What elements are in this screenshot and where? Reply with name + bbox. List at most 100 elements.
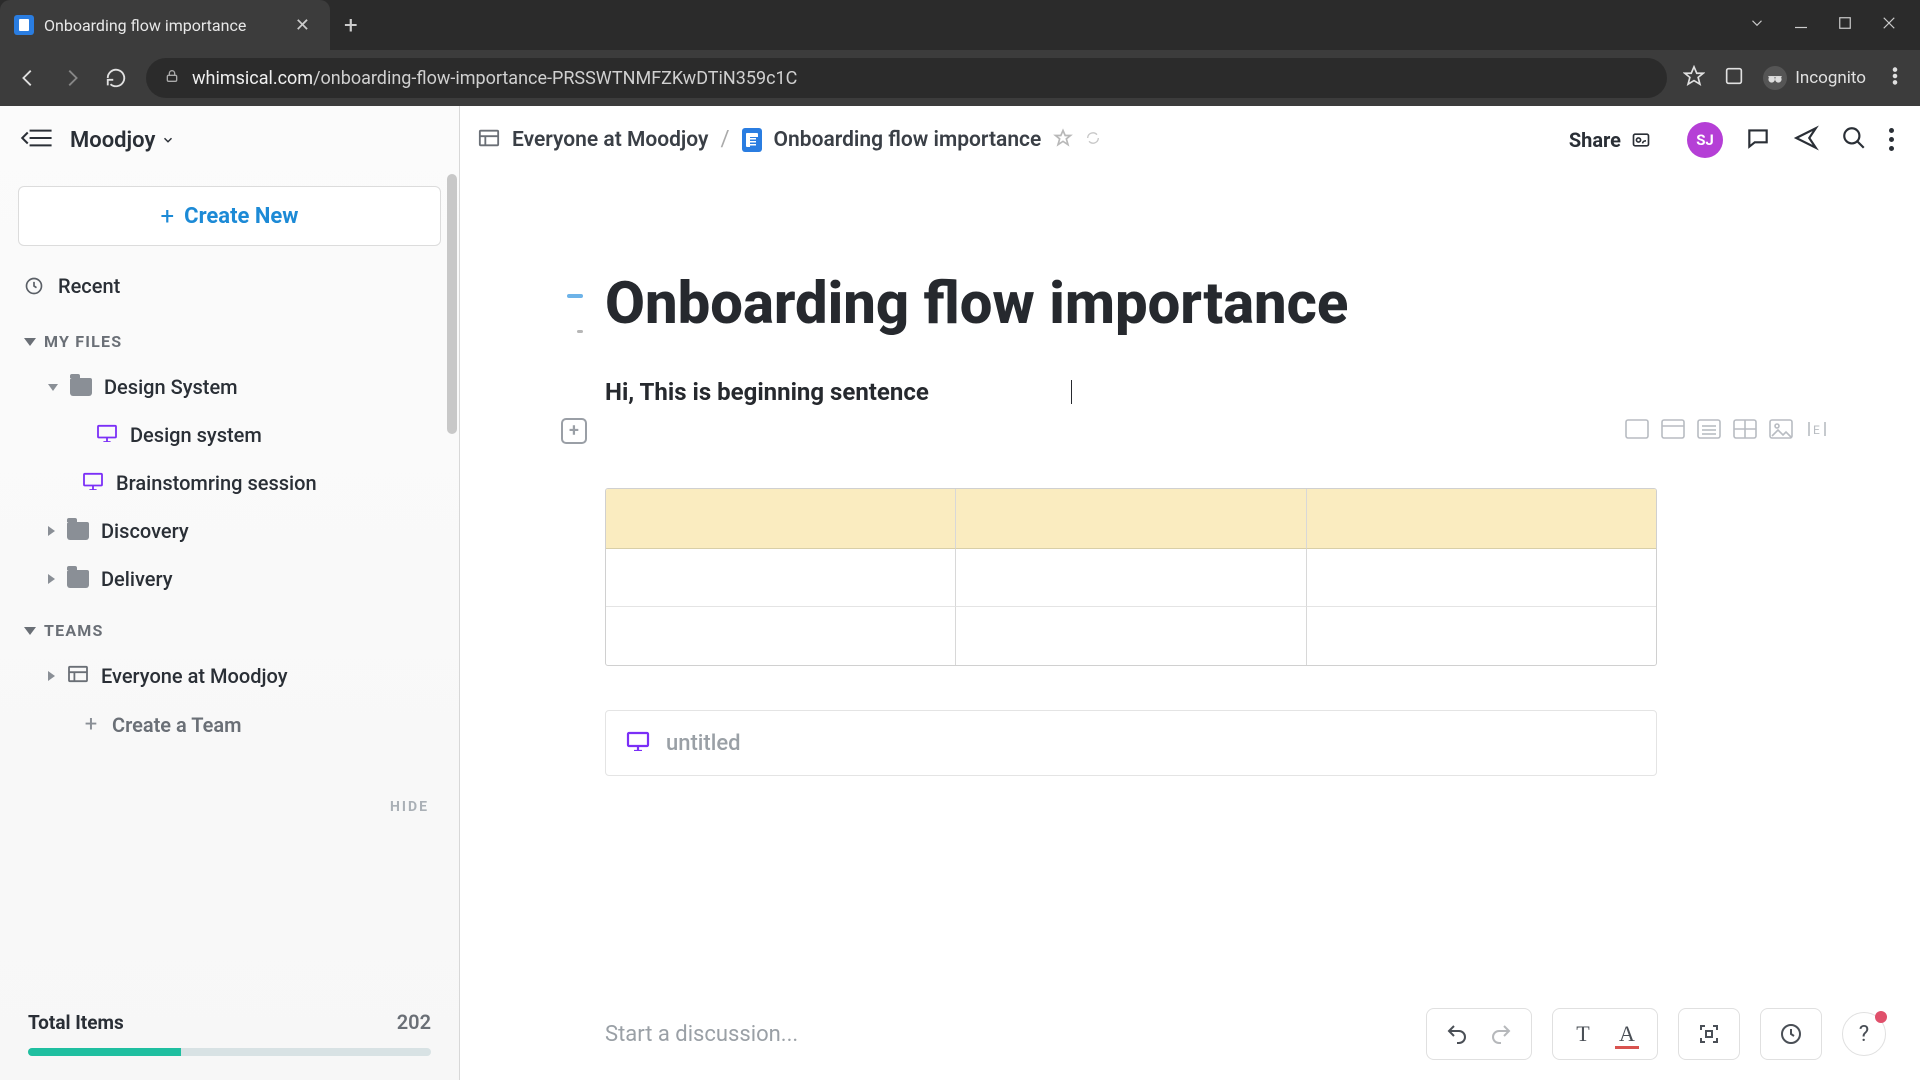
sidebar-collapse-button[interactable] (20, 127, 52, 153)
presentation-icon (82, 472, 104, 494)
caret-right-icon (48, 526, 55, 536)
insert-embed-icon[interactable]: E (1804, 418, 1830, 444)
tab-close-icon[interactable]: ✕ (291, 13, 314, 38)
table-cell[interactable] (606, 607, 956, 665)
user-avatar[interactable]: SJ (1687, 122, 1723, 158)
scrollbar-thumb[interactable] (447, 174, 457, 434)
send-icon[interactable] (1793, 125, 1819, 155)
text-color-tool[interactable]: A (1607, 1014, 1647, 1054)
sidebar-item-discovery[interactable]: Discovery (0, 507, 459, 555)
tabs-dropdown-icon[interactable] (1748, 14, 1766, 36)
sidebar: Moodjoy + Create New Recent MY FILES Des… (0, 106, 460, 1080)
outline-mark[interactable] (567, 294, 583, 298)
document-scroll: Onboarding flow importance Hi, This is b… (460, 174, 1920, 1080)
table-cell[interactable] (1307, 489, 1656, 549)
focus-mode-button[interactable] (1689, 1014, 1729, 1054)
bookmark-star-icon[interactable] (1683, 65, 1705, 91)
create-team-button[interactable]: + Create a Team (0, 700, 459, 749)
address-bar[interactable]: whimsical.com/onboarding-flow-importance… (146, 58, 1667, 98)
window-maximize-icon[interactable] (1836, 14, 1854, 36)
progress-fill (28, 1048, 181, 1056)
total-items-row: Total Items 202 (28, 1010, 431, 1034)
incognito-badge[interactable]: Incognito (1763, 66, 1866, 90)
document-table[interactable] (605, 488, 1657, 666)
table-cell[interactable] (606, 489, 956, 549)
browser-back-button[interactable] (14, 64, 42, 92)
table-cell[interactable] (1307, 549, 1656, 607)
toolbar-right: Incognito (1683, 65, 1906, 91)
insert-grid-icon[interactable] (1732, 418, 1758, 444)
recent-button[interactable]: Recent (0, 264, 459, 314)
add-block-button[interactable]: + (561, 418, 587, 444)
header-actions: Share SJ (1555, 120, 1894, 160)
incognito-icon (1763, 66, 1787, 90)
browser-menu-icon[interactable] (1884, 65, 1906, 91)
workspace-selector[interactable]: Moodjoy (70, 128, 175, 153)
tree-label: Everyone at Moodjoy (101, 664, 288, 688)
table-header-row[interactable] (606, 489, 1656, 549)
embed-untitled-block[interactable]: untitled (605, 710, 1657, 776)
section-teams[interactable]: TEAMS (0, 603, 459, 652)
insert-list-icon[interactable] (1696, 418, 1722, 444)
section-my-files[interactable]: MY FILES (0, 314, 459, 363)
comments-icon[interactable] (1745, 125, 1771, 155)
embed-label: untitled (666, 731, 741, 756)
create-new-button[interactable]: + Create New (18, 186, 441, 246)
undo-button[interactable] (1437, 1014, 1477, 1054)
help-button[interactable]: ? (1842, 1012, 1886, 1056)
sidebar-item-design-system-file[interactable]: Design system (0, 411, 459, 459)
window-controls (1726, 0, 1920, 50)
doc-title[interactable]: Onboarding flow importance (605, 270, 1840, 338)
table-cell[interactable] (606, 549, 956, 607)
table-cell[interactable] (956, 549, 1306, 607)
browser-forward-button[interactable] (58, 64, 86, 92)
section-title: TEAMS (44, 621, 104, 640)
create-new-label: Create New (184, 204, 298, 229)
table-cell[interactable] (956, 607, 1306, 665)
new-tab-button[interactable]: + (330, 0, 372, 50)
discussion-input[interactable]: Start a discussion... (605, 1022, 1406, 1047)
section-title: MY FILES (44, 332, 122, 351)
more-menu-icon[interactable] (1889, 128, 1894, 151)
table-row[interactable] (606, 549, 1656, 607)
insert-block-row: + E (605, 418, 1840, 444)
breadcrumb-team[interactable]: Everyone at Moodjoy (512, 128, 708, 152)
sidebar-item-everyone-team[interactable]: Everyone at Moodjoy (0, 652, 459, 700)
document-content[interactable]: Onboarding flow importance Hi, This is b… (605, 174, 1920, 1080)
breadcrumb-doc[interactable]: Onboarding flow importance (774, 128, 1042, 152)
browser-reload-button[interactable] (102, 64, 130, 92)
table-cell[interactable] (956, 489, 1306, 549)
search-icon[interactable] (1841, 125, 1867, 155)
sidebar-item-brainstorming[interactable]: Brainstomring session (0, 459, 459, 507)
favorite-star-icon[interactable] (1053, 128, 1073, 152)
history-group (1760, 1008, 1822, 1060)
insert-board-icon[interactable] (1624, 418, 1650, 444)
browser-tab-active[interactable]: Onboarding flow importance ✕ (0, 0, 330, 50)
outline-mark[interactable] (577, 330, 583, 333)
extensions-icon[interactable] (1723, 65, 1745, 91)
sidebar-item-delivery[interactable]: Delivery (0, 555, 459, 603)
incognito-label: Incognito (1795, 68, 1866, 88)
sidebar-item-design-system-folder[interactable]: Design System (0, 363, 459, 411)
insert-card-icon[interactable] (1660, 418, 1686, 444)
share-button[interactable]: Share (1555, 120, 1665, 160)
hide-button[interactable]: HIDE (30, 799, 429, 815)
table-cell[interactable] (1307, 607, 1656, 665)
table-row[interactable] (606, 607, 1656, 665)
insert-image-icon[interactable] (1768, 418, 1794, 444)
tree-label: Brainstomring session (116, 471, 317, 495)
window-close-icon[interactable] (1880, 14, 1898, 36)
doc-first-line[interactable]: Hi, This is beginning sentence (605, 378, 1840, 406)
main-panel: Everyone at Moodjoy / Onboarding flow im… (460, 106, 1920, 1080)
presentation-icon (626, 731, 650, 755)
recent-label: Recent (58, 274, 120, 298)
text-tool[interactable]: T (1563, 1014, 1603, 1054)
history-button[interactable] (1771, 1014, 1811, 1054)
redo-button[interactable] (1481, 1014, 1521, 1054)
usage-progress (28, 1048, 431, 1056)
sidebar-scrollbar[interactable] (447, 174, 459, 774)
breadcrumb: Everyone at Moodjoy / Onboarding flow im… (478, 127, 1541, 152)
window-minimize-icon[interactable] (1792, 14, 1810, 36)
browser-tab-strip: Onboarding flow importance ✕ + (0, 0, 1920, 50)
focus-group (1678, 1008, 1740, 1060)
